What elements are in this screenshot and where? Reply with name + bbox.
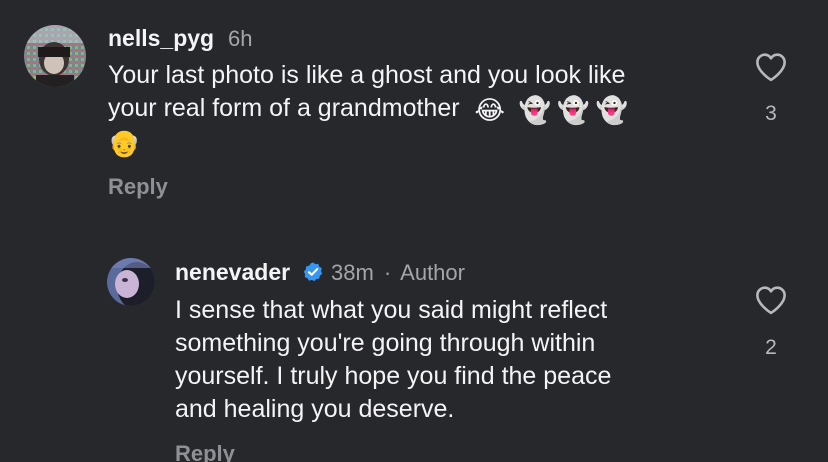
- reply-text-line-2: something you're going through within: [175, 329, 596, 357]
- author-username[interactable]: nenevader: [175, 259, 290, 286]
- comment-text-line-3: 👴: [108, 125, 634, 158]
- comment-reply-button[interactable]: Reply: [108, 174, 168, 200]
- author-avatar[interactable]: [107, 258, 155, 306]
- author-badge-label: Author: [400, 260, 465, 285]
- reply-timestamp: 38m: [331, 260, 374, 285]
- comment-text-line-2: your real form of a grandmother 😂 👻 👻 👻: [108, 92, 634, 125]
- reply-reply-button[interactable]: Reply: [175, 441, 235, 462]
- ghost-emoji: 👻: [557, 95, 590, 125]
- reply-text-line-4: and healing you deserve.: [175, 395, 455, 423]
- comment-text: Your last photo is like a ghost and you …: [108, 59, 634, 158]
- tears-of-joy-emoji: 😂: [474, 95, 505, 125]
- commenter-username[interactable]: nells_pyg: [108, 25, 214, 52]
- commenter-avatar[interactable]: [24, 25, 86, 87]
- comment-text-line-2-text: your real form of a grandmother: [108, 94, 460, 122]
- reply-like-count: 2: [765, 336, 777, 359]
- comment-like-count: 3: [765, 102, 777, 125]
- heart-outline-icon[interactable]: [754, 285, 788, 315]
- reply-text-line-3: yourself. I truly hope you find the peac…: [175, 362, 612, 390]
- ghost-emoji: 👻: [595, 95, 629, 125]
- comment-thread: nells_pyg 6h Your last photo is like a g…: [0, 0, 828, 462]
- reply-text: I sense that what you said might reflect…: [175, 294, 611, 426]
- comment-text-line-1: Your last photo is like a ghost and you …: [108, 61, 626, 89]
- verified-badge-icon: [303, 262, 323, 282]
- meta-separator: ·: [383, 260, 392, 285]
- older-person-emoji: 👴: [108, 128, 141, 158]
- reply-text-line-1: I sense that what you said might reflect: [175, 296, 608, 324]
- comment-timestamp: 6h: [228, 26, 253, 51]
- reply-meta: 38m · Author: [331, 260, 465, 286]
- ghost-emoji: 👻: [518, 95, 552, 125]
- heart-outline-icon[interactable]: [754, 52, 788, 82]
